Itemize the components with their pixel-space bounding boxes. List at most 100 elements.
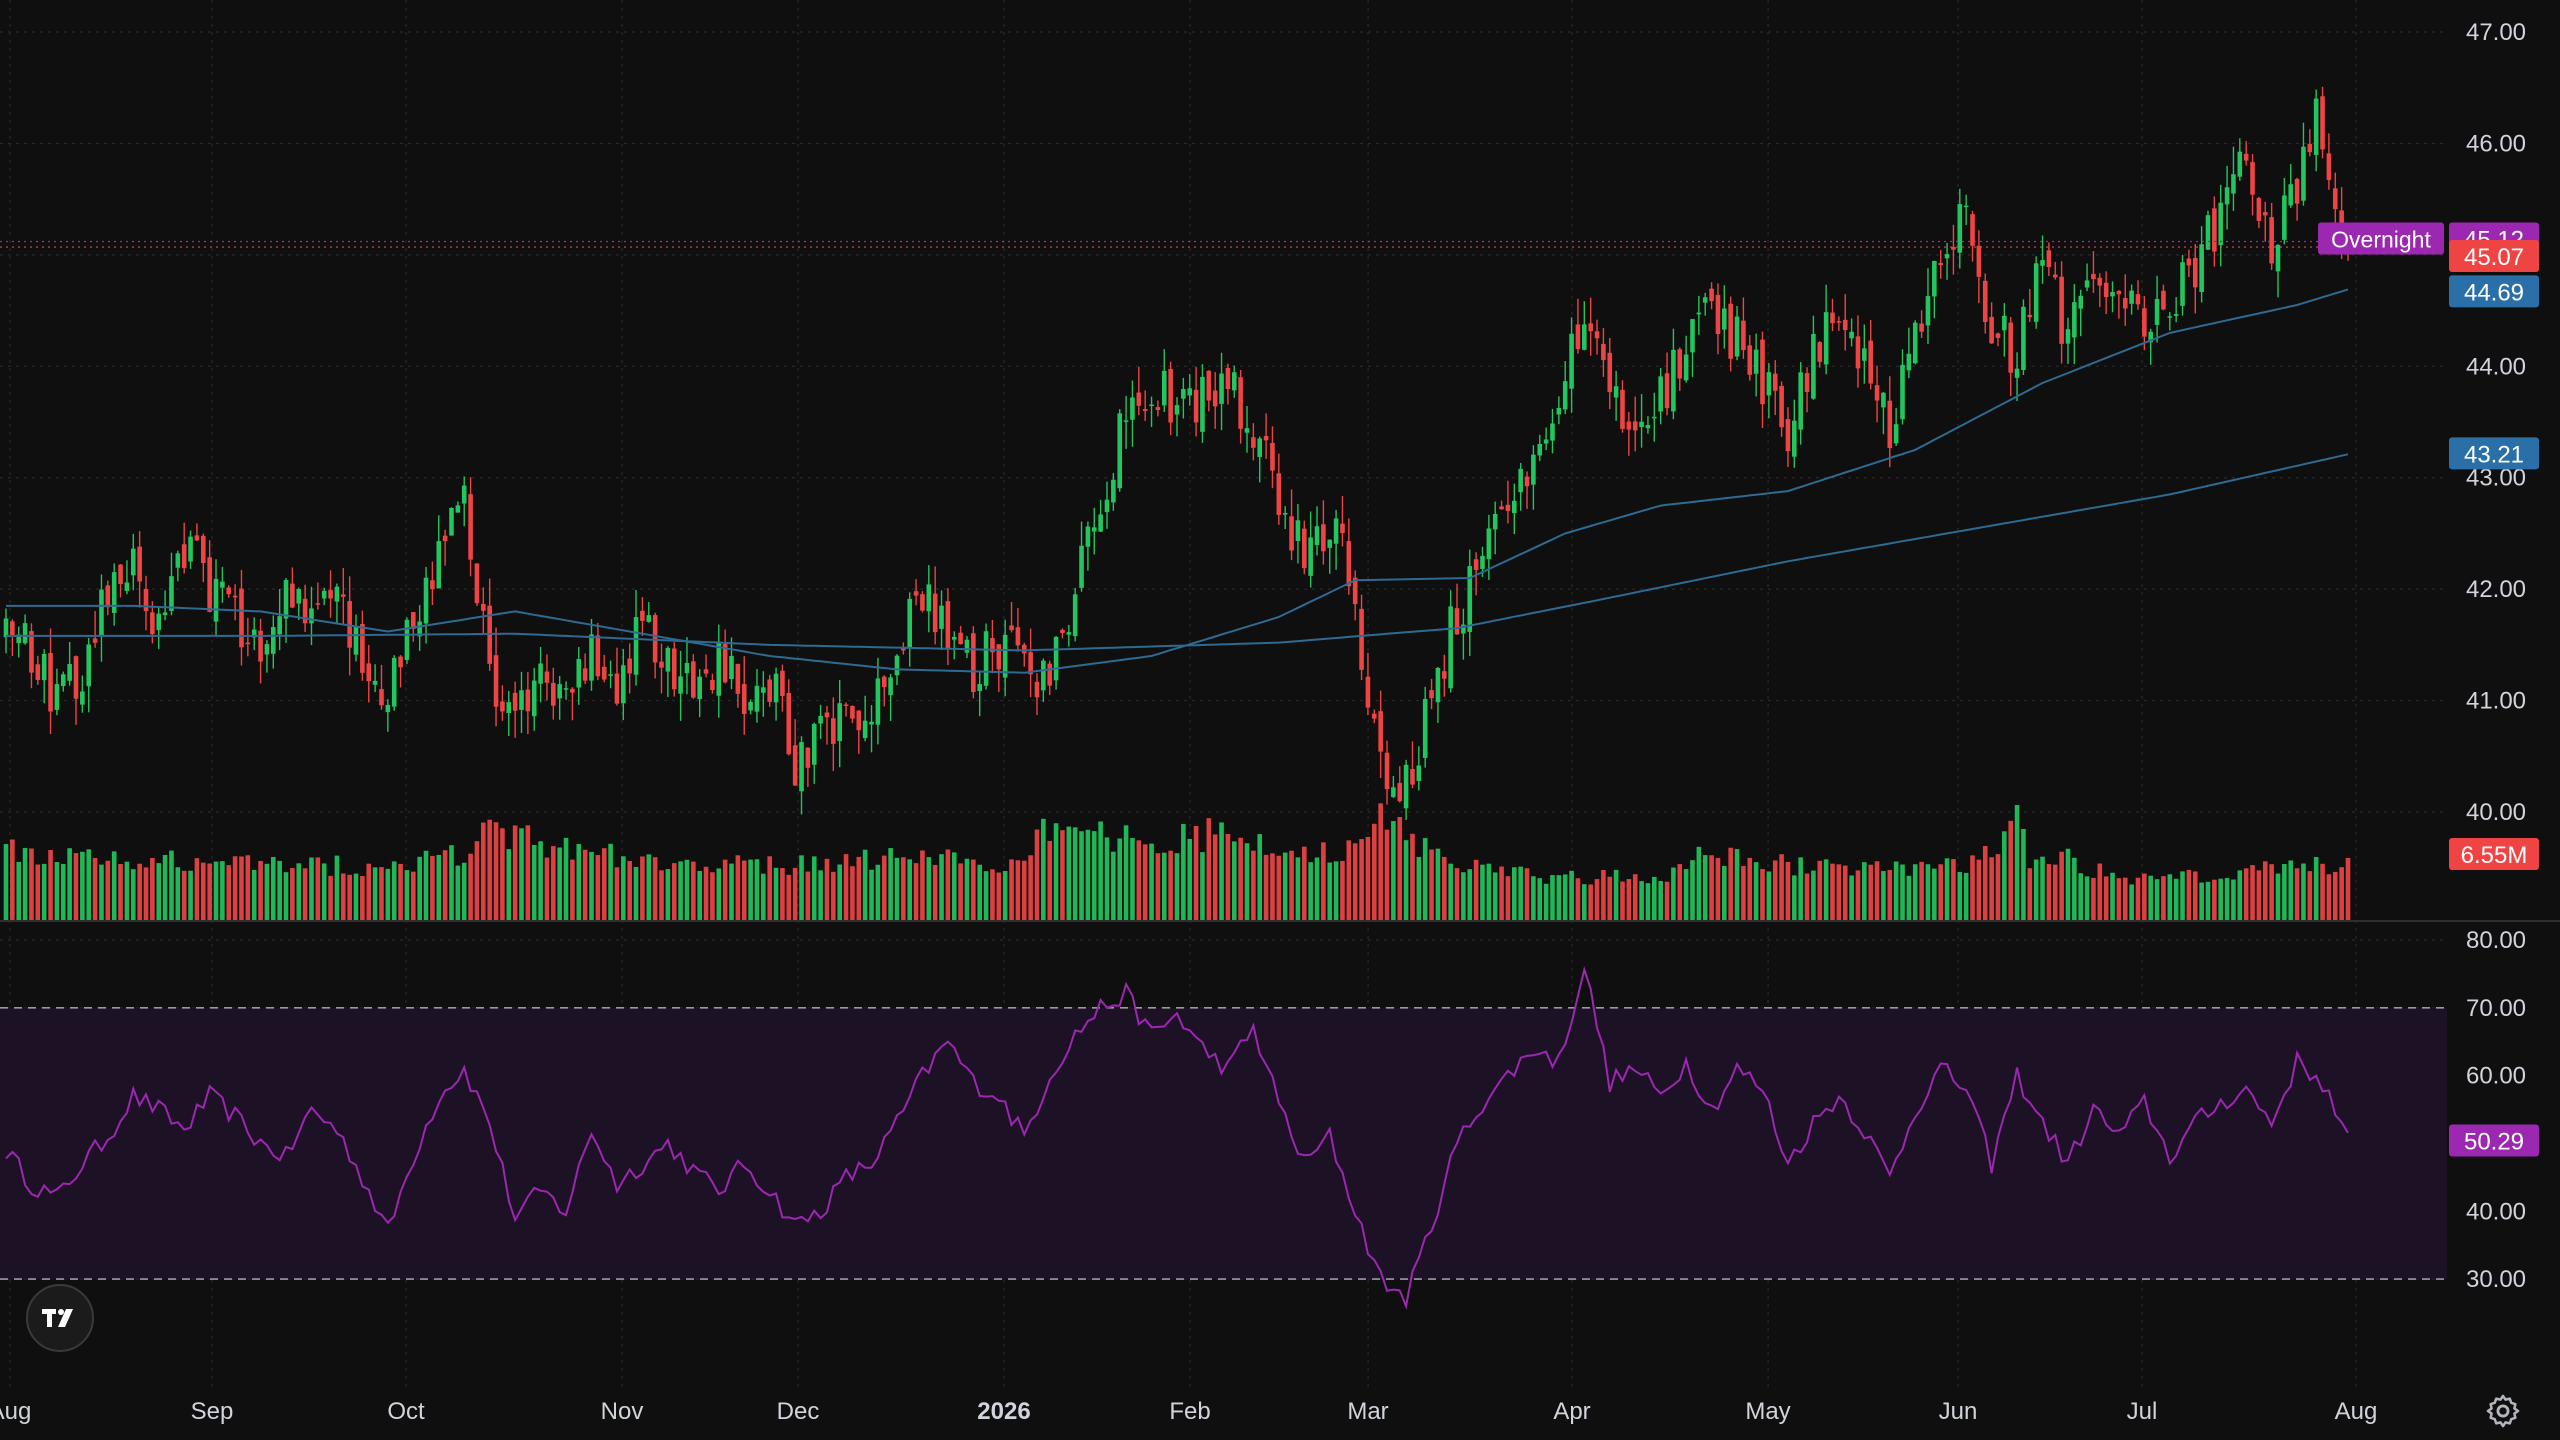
candle-body — [277, 616, 282, 635]
volume-bar — [2167, 874, 2173, 920]
volume-bar — [92, 857, 98, 920]
volume-bar — [913, 863, 919, 920]
candle-body — [1441, 671, 1447, 679]
gear-icon[interactable] — [2484, 1392, 2522, 1430]
volume-bar — [1836, 864, 1842, 920]
candle-body — [1677, 349, 1683, 379]
candle-body — [1658, 376, 1663, 412]
candle-body — [1842, 319, 1848, 330]
volume-bar — [2282, 864, 2287, 920]
volume-bar — [1912, 864, 1918, 920]
volume-bar — [920, 850, 925, 920]
candle-body — [48, 652, 53, 712]
volume-bar — [767, 856, 772, 920]
candle-body — [741, 684, 747, 715]
volume-bar — [837, 864, 843, 920]
volume-bar — [1626, 879, 1632, 920]
volume-bar — [1117, 838, 1123, 920]
volume-bar — [1384, 829, 1390, 920]
volume-bar — [786, 874, 792, 920]
volume-bar — [1798, 857, 1803, 920]
volume-bar — [1047, 840, 1053, 920]
volume-bar — [1301, 846, 1307, 920]
candle-body — [29, 631, 34, 673]
candle-body — [1321, 524, 1326, 552]
volume-bar — [608, 843, 613, 920]
volume-bar — [735, 855, 741, 920]
volume-bar — [671, 863, 677, 920]
volume-bar — [137, 863, 142, 920]
candle-body — [958, 632, 963, 645]
volume-bar — [2332, 871, 2338, 920]
price-axis-label: 46.00 — [2466, 130, 2526, 157]
volume-bar — [1257, 834, 1263, 920]
candle-body — [1874, 385, 1880, 401]
volume-bar — [372, 867, 378, 920]
volume-bar — [2205, 881, 2211, 920]
candle-body — [1473, 559, 1479, 570]
candle-body — [1626, 421, 1632, 430]
candle-body — [1200, 376, 1205, 432]
candle-body — [843, 704, 849, 707]
candle-body — [1823, 312, 1829, 365]
candle-body — [315, 603, 321, 605]
candle-body — [576, 658, 582, 688]
volume-bar — [901, 857, 906, 920]
candle-body — [519, 690, 524, 710]
volume-bar — [111, 851, 117, 920]
candle-body — [601, 666, 607, 680]
candle-body — [939, 605, 944, 629]
candle-body — [449, 507, 454, 536]
candle-body — [1887, 400, 1893, 449]
tradingview-logo-icon[interactable] — [26, 1284, 94, 1352]
volume-bar — [1308, 862, 1313, 920]
candle-body — [1772, 373, 1778, 391]
candle-body — [200, 535, 206, 564]
candle-body — [2135, 294, 2141, 305]
volume-bar — [150, 857, 155, 920]
volume-bar — [2173, 878, 2179, 920]
candle-body — [818, 715, 823, 724]
candle-body — [10, 621, 15, 637]
volume-bar — [506, 849, 512, 920]
volume-bar — [169, 850, 174, 920]
candle-body — [1798, 372, 1803, 430]
volume-bar — [1461, 872, 1466, 920]
volume-bar — [1556, 875, 1562, 920]
candle-body — [1435, 667, 1441, 703]
candle-body — [2059, 276, 2064, 344]
candle-body — [983, 631, 989, 686]
volume-bar — [232, 856, 238, 920]
volume-bar — [1142, 844, 1148, 920]
volume-bar — [1919, 861, 1924, 920]
volume-bar — [270, 856, 276, 920]
volume-bar — [722, 859, 728, 920]
volume-bar — [48, 850, 53, 920]
volume-bar — [2078, 873, 2084, 920]
volume-bar — [2218, 878, 2224, 920]
candle-body — [360, 624, 365, 673]
candle-body — [2250, 162, 2255, 195]
candle-body — [1683, 354, 1689, 381]
candle-body — [2320, 96, 2325, 150]
candle-body — [1613, 386, 1619, 398]
volume-bar — [2313, 857, 2319, 920]
candle-body — [1715, 294, 1721, 334]
chart-canvas[interactable]: 47.0046.0045.0044.0043.0042.0041.0040.00… — [0, 0, 2560, 1440]
candle-body — [150, 612, 155, 635]
volume-bar — [1575, 878, 1581, 920]
volume-bar — [1982, 846, 1988, 920]
volume-bar — [1620, 881, 1625, 920]
candle-body — [1511, 500, 1517, 514]
volume-bar — [1613, 869, 1619, 920]
candle-body — [1384, 752, 1390, 790]
volume-bar — [1467, 869, 1473, 920]
candle-body — [1575, 324, 1581, 350]
volume-bar — [1149, 843, 1154, 920]
candle-body — [1053, 636, 1059, 681]
volume-bar — [67, 848, 72, 920]
volume-bar — [1187, 838, 1193, 920]
candle-body — [1168, 368, 1173, 423]
candle-body — [2103, 282, 2109, 298]
volume-bar — [379, 867, 384, 920]
